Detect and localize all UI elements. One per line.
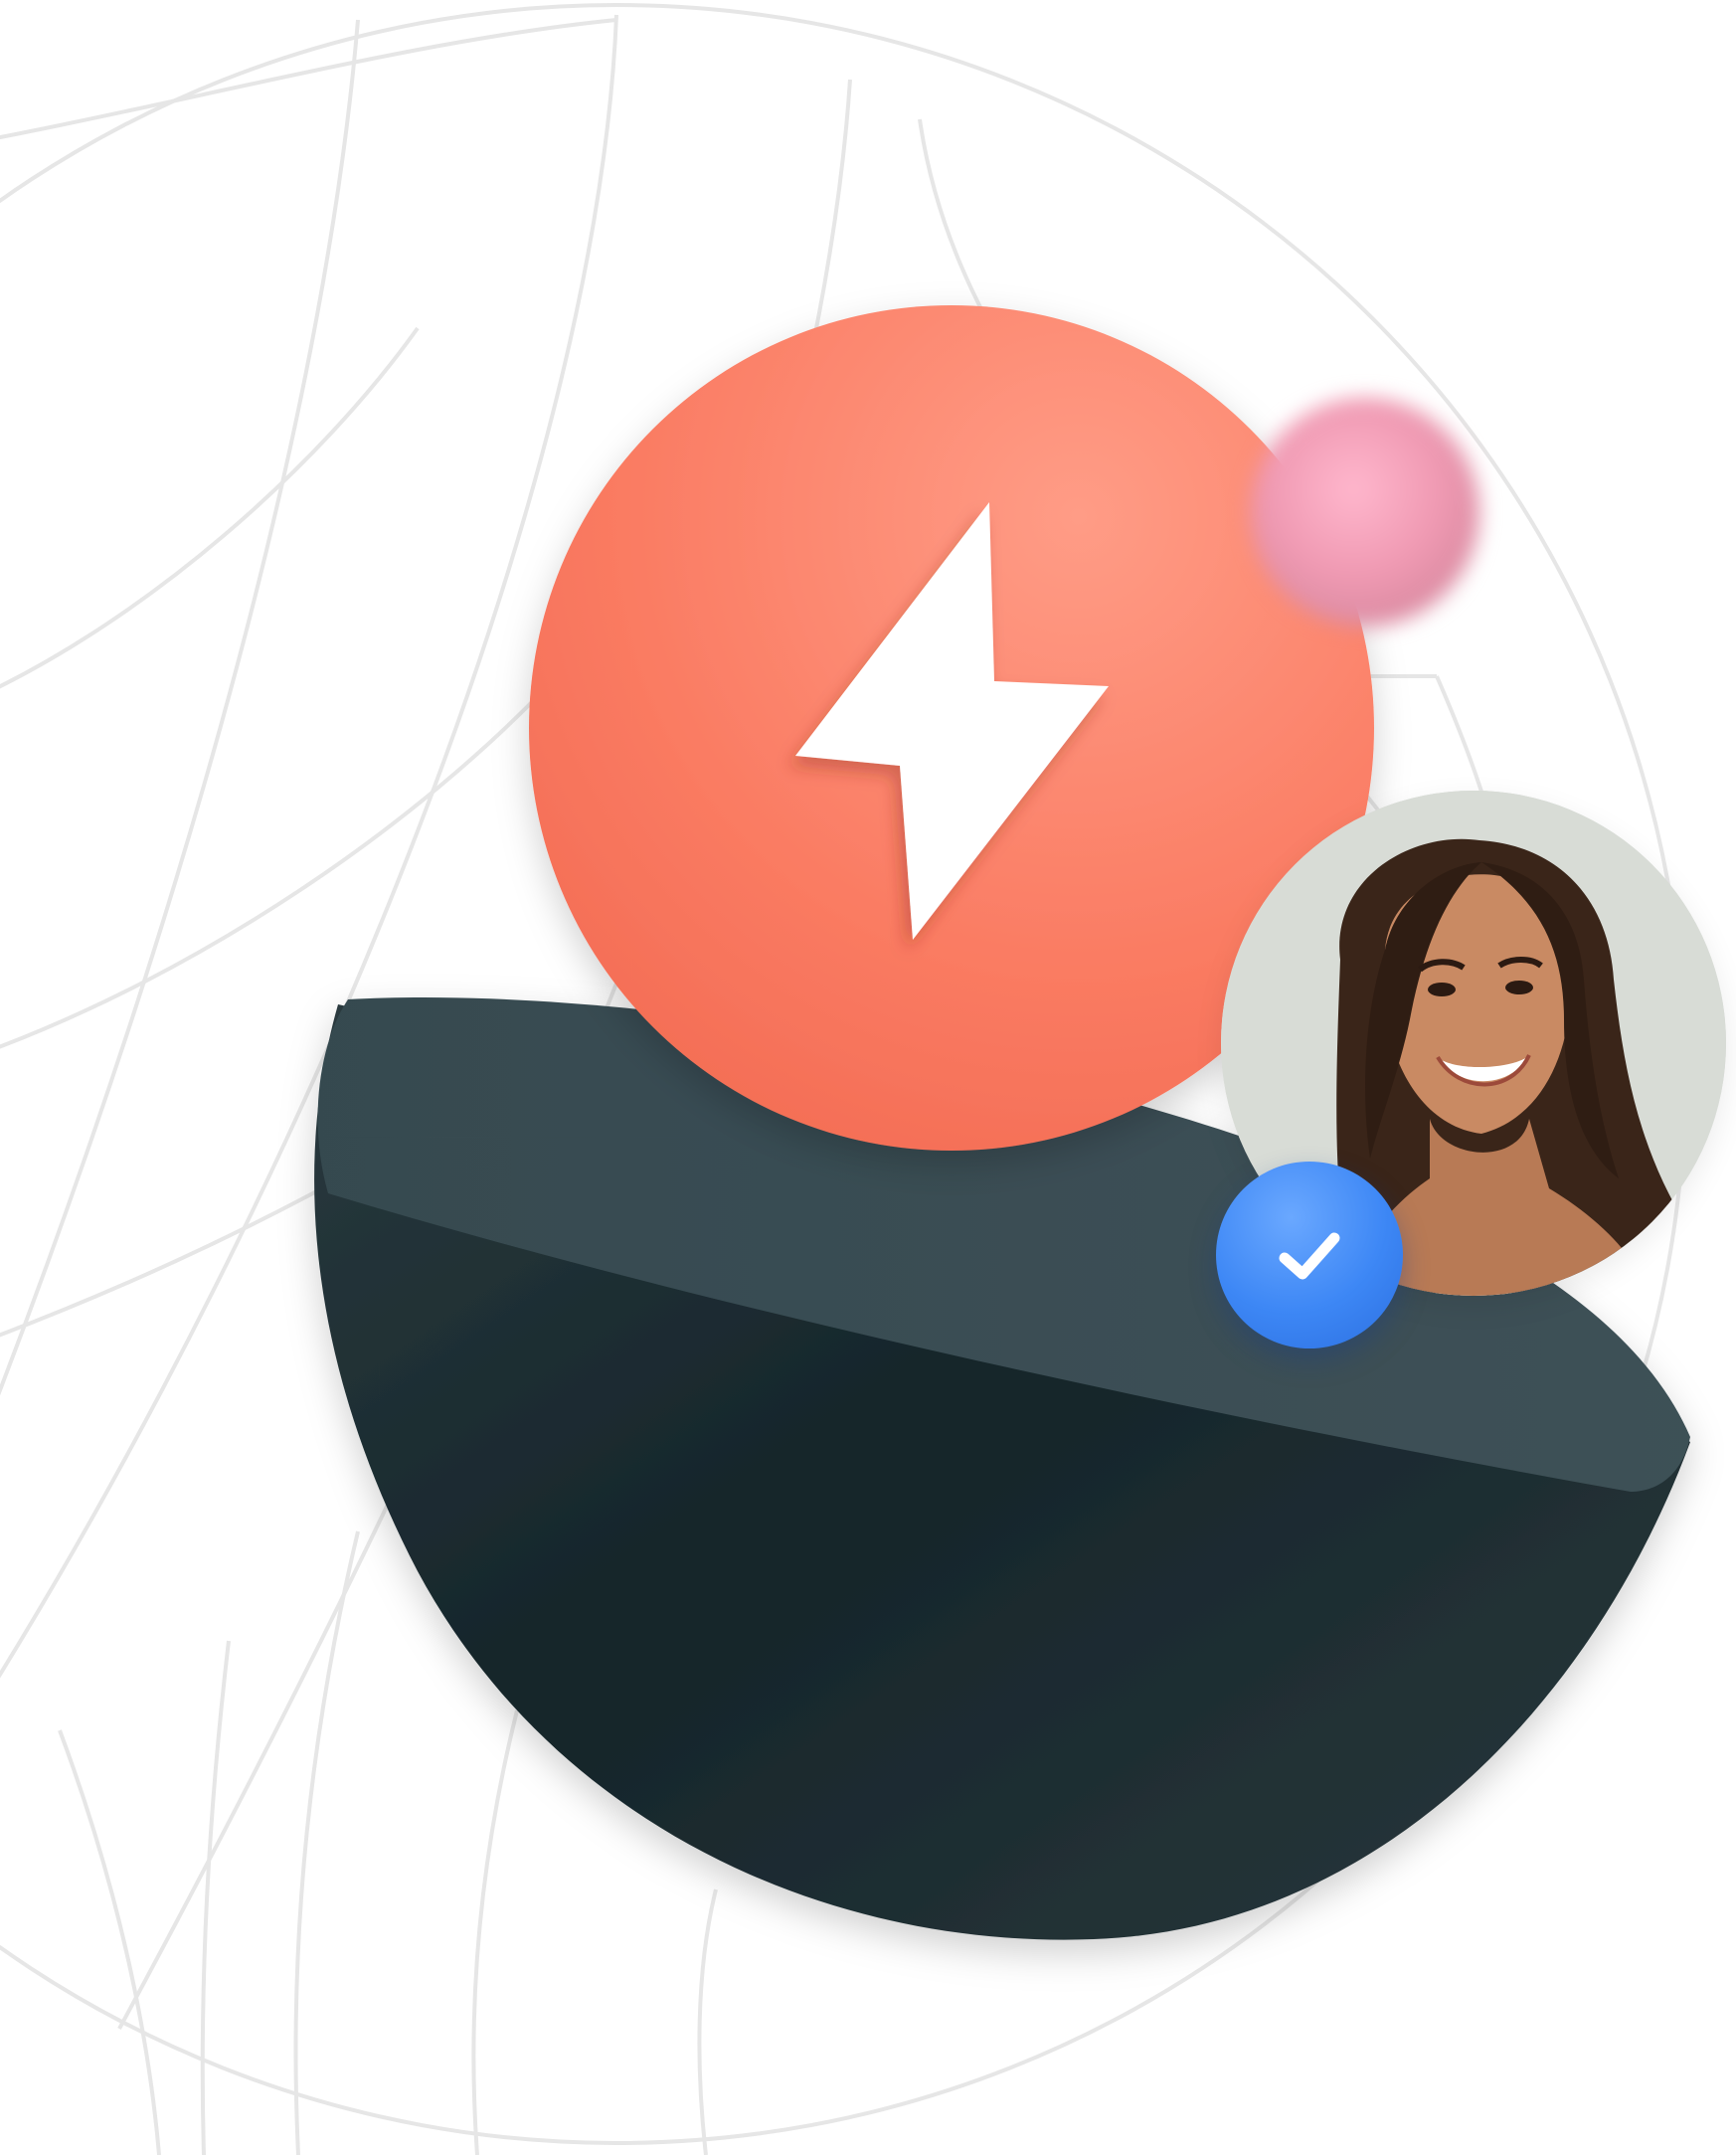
verified-check-badge [1216,1162,1403,1348]
illustration-stage [0,0,1736,2155]
blurred-pink-sphere [1251,398,1479,627]
checkmark-icon [1279,1232,1340,1280]
